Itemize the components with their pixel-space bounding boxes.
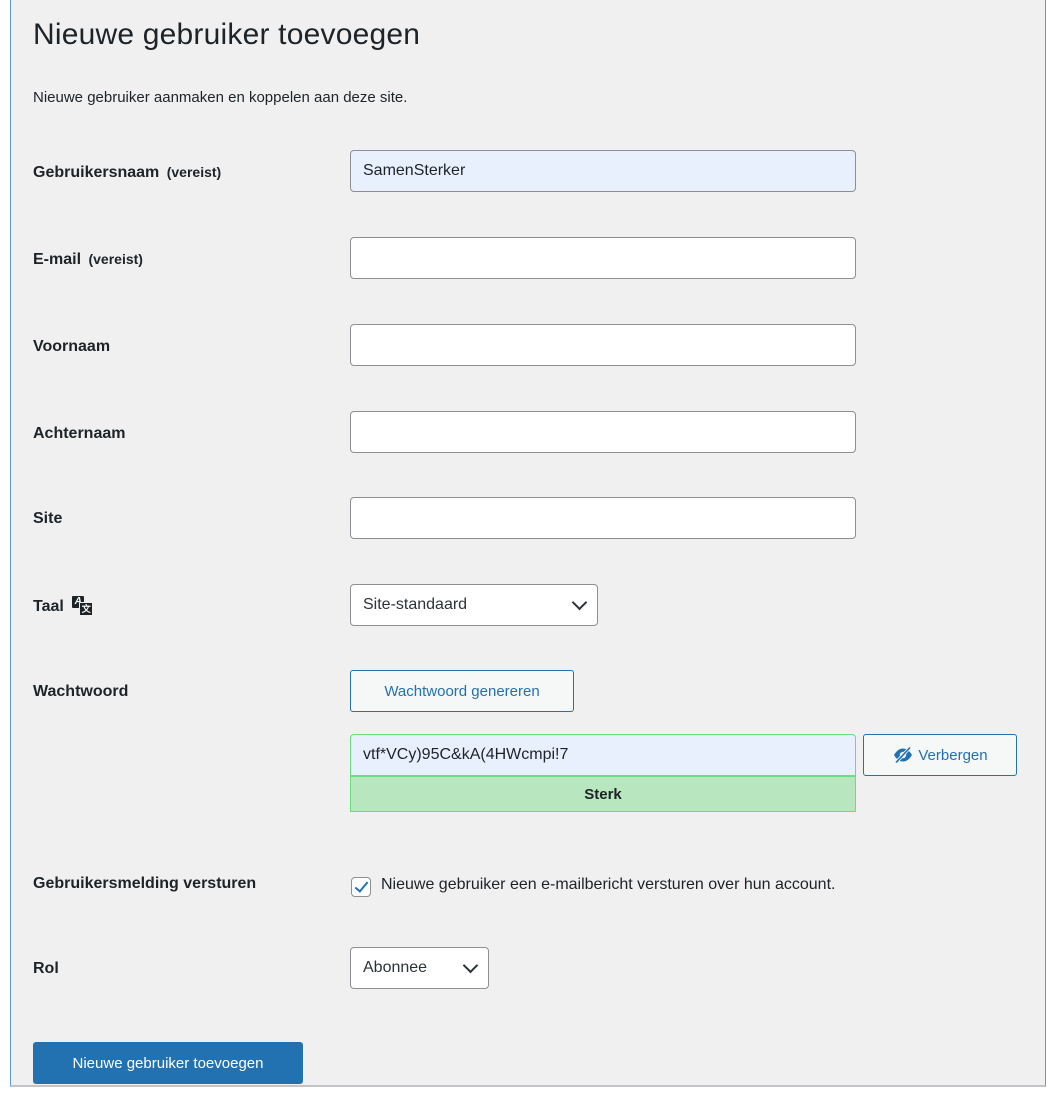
- page-title: Nieuwe gebruiker toevoegen: [33, 18, 421, 51]
- notify-checkbox-label[interactable]: Nieuwe gebruiker een e-mailbericht verst…: [381, 876, 835, 894]
- username-label-text: Gebruikersnaam: [33, 164, 160, 181]
- generate-password-button[interactable]: Wachtwoord genereren: [350, 670, 574, 712]
- last-name-label: Achternaam: [33, 425, 126, 442]
- required-marker: (vereist): [166, 164, 222, 180]
- role-select-value: Abonnee: [363, 959, 428, 976]
- chevron-down-icon: [571, 594, 588, 611]
- hide-password-label: Verbergen: [918, 746, 988, 764]
- language-select[interactable]: Site-standaard: [350, 584, 598, 626]
- website-label: Site: [33, 510, 63, 527]
- website-input[interactable]: [350, 497, 856, 539]
- hide-password-button[interactable]: Verbergen: [863, 734, 1017, 776]
- notify-label: Gebruikersmelding versturen: [33, 875, 257, 892]
- email-input[interactable]: [350, 237, 856, 279]
- first-name-label: Voornaam: [33, 338, 111, 355]
- add-user-submit-button[interactable]: Nieuwe gebruiker toevoegen: [33, 1042, 303, 1084]
- email-label-text: E-mail: [33, 251, 82, 268]
- password-label: Wachtwoord: [33, 683, 129, 700]
- page-intro: Nieuwe gebruiker aanmaken en koppelen aa…: [33, 89, 408, 106]
- translation-icon: A文: [72, 596, 94, 616]
- language-select-value: Site-standaard: [363, 596, 468, 613]
- add-user-panel: Nieuwe gebruiker toevoegen Nieuwe gebrui…: [10, 0, 1046, 1087]
- notify-checkbox[interactable]: [351, 877, 371, 897]
- chevron-down-icon: [462, 957, 479, 974]
- first-name-input[interactable]: [350, 324, 856, 366]
- email-label: E-mail (vereist): [33, 251, 143, 269]
- username-label: Gebruikersnaam (vereist): [33, 164, 221, 182]
- password-strength-meter: Sterk: [350, 776, 856, 812]
- last-name-input[interactable]: [350, 411, 856, 453]
- role-select[interactable]: Abonnee: [350, 947, 489, 989]
- language-label: Taal A文: [33, 596, 94, 616]
- language-label-text: Taal: [33, 598, 64, 615]
- eye-slash-icon: [894, 746, 913, 764]
- password-input[interactable]: [350, 734, 856, 776]
- username-input[interactable]: [350, 150, 856, 192]
- role-label: Rol: [33, 960, 59, 977]
- required-marker: (vereist): [88, 251, 143, 267]
